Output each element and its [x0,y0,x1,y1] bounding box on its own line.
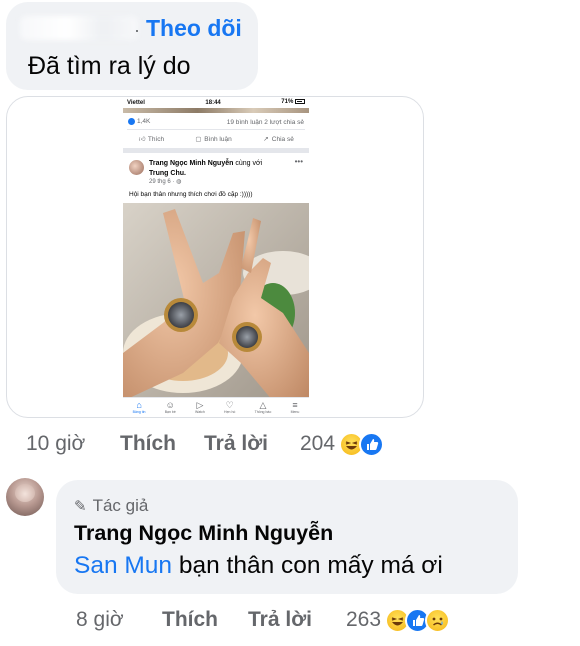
pencil-icon: ✎ [74,498,87,515]
tab-friends: ☺ Bạn bè [164,398,176,417]
post-comment-button: ▢ Bình luận [194,135,231,143]
post-author-line: Trang Ngọc Minh Nguyễn cùng với Trung Ch… [149,159,289,179]
phone-status-bar: Viettel 18:44 71% [123,97,309,108]
attached-screenshot[interactable]: Viettel 18:44 71% 1,4K 19 bình luận 2 lư… [6,96,424,418]
post-share-label: Chia sẻ [271,136,294,143]
reply-button[interactable]: Trả lời [204,432,268,456]
menu-icon: ≡ [292,400,298,410]
divider [127,129,305,130]
blurred-commenter-name [20,16,138,40]
reply-time[interactable]: 8 giờ [76,608,162,632]
post-caption: Hội bạn thân nhưng thích chơi đồ cặp :))… [129,191,253,198]
post-header: Trang Ngọc Minh Nguyễn cùng với Trung Ch… [123,153,309,189]
comment-bubble: · Theo dõi Đã tìm ra lý do [6,2,258,90]
tab-dating-label: Hẹn hò [224,410,236,414]
post-like-label: Thích [147,136,165,143]
watch-icon: ▷ [196,400,204,410]
tab-notifications: △ Thông báo [254,398,272,417]
post-actions: 👍︎ Thích ▢ Bình luận ↗ Chia sẻ [123,132,309,146]
like-reaction-icon [359,431,385,457]
bell-icon: △ [259,400,267,410]
phone-tab-bar: ⌂ Bảng tin ☺ Bạn bè ▷ Watch ♡ Hẹn hò △ Thông … [123,397,309,417]
reply-body: bạn thân con mấy má ơi [172,552,443,579]
like-button[interactable]: Thích [120,432,176,456]
tab-dating: ♡ Hẹn hò [224,398,236,417]
post-author-name: Trang Ngọc Minh Nguyễn [149,160,234,167]
globe-icon: ◍ [176,179,182,185]
carrier-label: Viettel [127,99,145,106]
comment-text: Đã tìm ra lý do [28,52,191,80]
battery-icon [294,99,305,105]
reply-actions: 8 giờ Thích Trả lời 263 [76,606,451,634]
tab-home: ⌂ Bảng tin [132,398,146,417]
share-icon: ↗ [263,136,269,143]
tagged-name: Trung Chu. [149,170,186,177]
battery-label: 71% [281,99,294,106]
reply-reaction-summary[interactable]: 263 [342,607,451,633]
post-date-text: 29 thg 6 · [149,179,177,185]
reaction-summary[interactable]: 204 [296,431,385,457]
post-counts: 1,4K 19 bình luận 2 lượt chia sẻ [123,113,309,127]
reply-text: San Mun bạn thân con mấy má ơi [74,552,443,580]
post-comment-label: Bình luận [204,136,232,143]
comment-share-count: 19 bình luận 2 lượt chia sẻ [226,118,304,126]
reply-bubble: ✎ Tác giả Trang Ngọc Minh Nguyễn San Mun… [56,480,518,594]
tab-friends-label: Bạn bè [164,410,176,414]
reaction-count: 1,4K [137,118,151,126]
tab-home-label: Bảng tin [132,410,146,414]
tab-notifications-label: Thông báo [254,410,272,414]
phone-screenshot: Viettel 18:44 71% 1,4K 19 bình luận 2 lư… [123,97,309,417]
author-badge: ✎ Tác giả [74,496,148,516]
hands-with-watches-photo [123,203,309,401]
post-date: 29 thg 6 · ◍ [149,178,181,185]
thumbs-up-icon: 👍︎ [138,136,146,143]
comment-thread: · Theo dõi Đã tìm ra lý do Viettel 18:44… [0,0,580,646]
heart-icon: ♡ [225,400,234,410]
reaction-count: 204 [299,432,336,455]
reply-reaction-count: 263 [345,608,382,631]
home-icon: ⌂ [136,400,142,410]
comment-icon: ▢ [195,136,202,143]
author-badge-label: Tác giả [92,496,149,515]
reply-author-name[interactable]: Trang Ngọc Minh Nguyễn [74,521,333,546]
like-reaction-icon [128,118,135,126]
post-photo [123,203,309,401]
mention-link[interactable]: San Mun [74,552,172,579]
tab-watch-label: Watch [195,410,205,414]
clock-label: 18:44 [205,99,221,106]
reply-like-button[interactable]: Thích [162,608,218,632]
tab-watch: ▷ Watch [195,398,205,417]
post-like-button: 👍︎ Thích [138,135,164,143]
follow-button[interactable]: Theo dõi [146,15,242,42]
post-author-avatar [129,160,144,175]
tab-menu: ≡ Menu [290,398,300,417]
author-avatar[interactable] [6,478,44,516]
reply-reply-button[interactable]: Trả lời [248,608,312,632]
separator-dot: · [134,20,140,40]
post-share-button: ↗ Chia sẻ [262,135,294,143]
friends-icon: ☺ [165,400,175,410]
with-word: cùng với [235,160,263,167]
tab-menu-label: Menu [290,410,300,414]
more-options-icon: ••• [294,157,303,166]
sad-reaction-icon [425,607,451,633]
comment-time[interactable]: 10 giờ [26,432,120,456]
comment-actions: 10 giờ Thích Trả lời 204 [26,430,385,458]
